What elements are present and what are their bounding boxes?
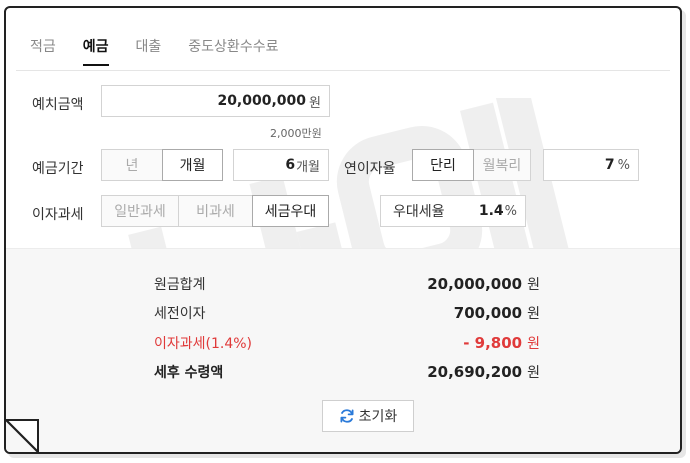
- period-unit-toggle: 년 개월: [101, 149, 223, 181]
- period-unit-year[interactable]: 년: [101, 149, 163, 181]
- period-input[interactable]: 6 개월: [233, 149, 329, 181]
- period-label: 예금기간: [32, 161, 84, 177]
- refresh-icon: [340, 409, 354, 423]
- interest-rate-input[interactable]: 7 %: [543, 149, 639, 181]
- preferential-tax-rate-input[interactable]: 우대세율 1.4 %: [380, 195, 526, 227]
- calculator-tabs: 적금 예금 대출 중도상환수수료: [30, 36, 305, 66]
- result-principal-value: 20,000,000: [427, 275, 523, 293]
- folded-corner-decoration: [6, 419, 39, 452]
- reset-button[interactable]: 초기화: [322, 400, 414, 432]
- tax-type-preferential[interactable]: 세금우대: [252, 195, 329, 227]
- interest-rate-unit: %: [617, 157, 630, 173]
- rate-type-compound[interactable]: 월복리: [473, 149, 531, 181]
- result-principal-label: 원금합계: [154, 277, 206, 293]
- deposit-amount-value: 20,000,000: [217, 93, 307, 109]
- result-principal-row: 원금합계 20,000,000 원: [154, 274, 540, 294]
- tab-prepayment-fee[interactable]: 중도상환수수료: [188, 36, 278, 66]
- preferential-tax-rate-unit: %: [504, 203, 517, 219]
- interest-rate-label: 연이자율: [344, 161, 396, 177]
- currency-unit: 원: [527, 306, 540, 322]
- deposit-amount-hint: 2,000만원: [270, 127, 322, 140]
- tab-loan[interactable]: 대출: [136, 36, 162, 66]
- result-pretax-label: 세전이자: [154, 306, 206, 322]
- calculator-card: 적금 예금 대출 중도상환수수료 예치금액 20,000,000 원 2,000…: [4, 6, 682, 454]
- result-pretax-value: 700,000: [453, 304, 523, 322]
- result-tax-label: 이자과세(1.4%): [154, 336, 253, 352]
- currency-unit: 원: [527, 336, 540, 352]
- tax-type-exempt[interactable]: 비과세: [178, 195, 253, 227]
- result-tax-row: 이자과세(1.4%) - 9,800 원: [154, 333, 540, 353]
- reset-button-label: 초기화: [358, 409, 398, 425]
- period-unit-month[interactable]: 개월: [162, 149, 223, 181]
- tax-type-general[interactable]: 일반과세: [101, 195, 179, 227]
- tab-deposit[interactable]: 예금: [82, 36, 109, 66]
- preferential-tax-rate-value: 1.4: [478, 203, 504, 219]
- currency-unit: 원: [527, 277, 540, 293]
- period-value-unit: 개월: [296, 159, 320, 175]
- result-tax-value: - 9,800: [463, 334, 523, 352]
- tab-savings[interactable]: 적금: [30, 36, 56, 66]
- preferential-tax-rate-label: 우대세율: [393, 204, 445, 220]
- tab-divider: [16, 70, 670, 71]
- deposit-amount-label: 예치금액: [32, 97, 84, 113]
- currency-unit: 원: [527, 365, 540, 381]
- result-pretax-row: 세전이자 700,000 원: [154, 303, 540, 323]
- result-net-label: 세후 수령액: [154, 365, 224, 381]
- period-value: 6: [285, 157, 296, 173]
- result-net-value: 20,690,200: [427, 363, 523, 381]
- result-net-row: 세후 수령액 20,690,200 원: [154, 362, 540, 382]
- tax-type-label: 이자과세: [32, 207, 84, 223]
- tax-type-toggle: 일반과세 비과세 세금우대: [101, 195, 329, 227]
- deposit-amount-unit: 원: [309, 95, 321, 111]
- rate-type-simple[interactable]: 단리: [412, 149, 474, 181]
- deposit-amount-input[interactable]: 20,000,000 원: [101, 85, 330, 117]
- interest-rate-value: 7: [604, 157, 615, 173]
- rate-type-toggle: 단리 월복리: [412, 149, 531, 181]
